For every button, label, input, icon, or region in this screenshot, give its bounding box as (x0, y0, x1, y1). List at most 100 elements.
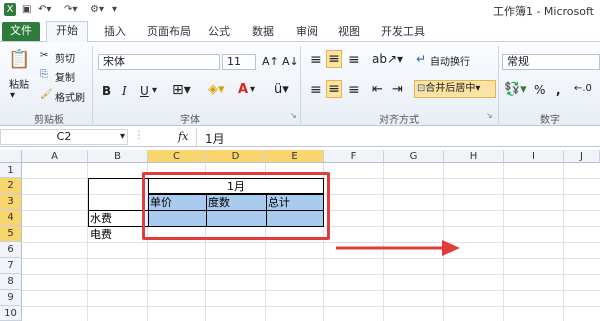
format-painter-icon[interactable]: 🖌 (40, 89, 53, 100)
clipboard-group-label: 剪贴板 (34, 115, 64, 126)
accounting-format-icon[interactable]: 💱▾ (504, 82, 527, 97)
font-size-select[interactable]: 11 (222, 54, 256, 70)
tab-home[interactable]: 开始 (46, 21, 88, 43)
alignment-group-label: 对齐方式 (379, 115, 419, 126)
gridline (22, 274, 600, 275)
increase-decimal-icon[interactable]: ←.0 (574, 83, 592, 94)
align-left-icon[interactable]: ≡ (310, 82, 322, 98)
row-header[interactable]: 8 (0, 274, 22, 290)
gridline (22, 242, 600, 243)
tab-file[interactable]: 文件 (2, 22, 40, 41)
title-bar: X ▣ ↶▾ ↷▾ ⚙▾ ▾ 工作簿1 - Microsoft (0, 0, 600, 20)
name-box-dropdown-icon[interactable]: ▾ (120, 131, 125, 142)
copy-icon[interactable]: ⎘ (40, 69, 48, 80)
comma-button[interactable]: , (556, 83, 561, 97)
tab-data[interactable]: 数据 (248, 23, 278, 41)
column-header[interactable]: G (384, 150, 444, 163)
column-header[interactable]: D (206, 150, 266, 163)
column-header[interactable]: I (504, 150, 564, 163)
underline-button[interactable]: U (140, 84, 149, 98)
red-arrow-icon (336, 240, 460, 256)
alignment-dialog-launcher-icon[interactable]: ↘ (486, 111, 493, 120)
merge-dropdown-icon: ▾ (475, 83, 481, 94)
orientation-icon[interactable]: ab↗▾ (372, 52, 403, 66)
select-all-corner[interactable] (0, 150, 22, 163)
align-right-icon[interactable]: ≡ (348, 82, 360, 98)
row-header[interactable]: 5 (0, 226, 22, 242)
row-header[interactable]: 4 (0, 210, 22, 226)
tab-view[interactable]: 视图 (334, 23, 364, 41)
font-dialog-launcher-icon[interactable]: ↘ (290, 111, 297, 120)
ribbon: 📋 粘贴 ▾ ✂ 剪切 ⎘ 复制 🖌 格式刷 剪贴板 宋体 11 A↑ A↓ B… (0, 42, 600, 126)
underline-dropdown-icon[interactable]: ▾ (152, 85, 157, 96)
fill-color-icon[interactable]: ◈▾ (208, 82, 225, 97)
formula-input[interactable]: 1月 (205, 130, 225, 147)
quick-access-icon[interactable]: ⚙▾ (90, 3, 104, 16)
spreadsheet-grid[interactable]: A B C D E F G H I J 1 2 3 4 5 6 7 8 9 10… (0, 150, 600, 321)
font-group-label: 字体 (180, 115, 200, 126)
tab-developer[interactable]: 开发工具 (378, 23, 428, 41)
save-icon[interactable]: ▣ (22, 3, 31, 16)
column-header[interactable]: E (266, 150, 324, 163)
percent-button[interactable]: % (534, 83, 545, 97)
increase-indent-icon[interactable]: ⇥ (392, 82, 403, 97)
row-header[interactable]: 7 (0, 258, 22, 274)
italic-button[interactable]: I (122, 84, 127, 98)
row-header[interactable]: 1 (0, 163, 22, 178)
cell-water: 水费 (90, 212, 112, 225)
align-center-icon[interactable]: ≡ (326, 80, 342, 98)
grow-font-icon[interactable]: A↑ (262, 55, 279, 68)
font-color-button[interactable]: A (238, 82, 248, 97)
tab-insert[interactable]: 插入 (100, 23, 130, 41)
formula-input-area[interactable]: 1月 (196, 128, 600, 146)
align-top-icon[interactable]: ≡ (310, 52, 322, 68)
format-painter-button[interactable]: 格式刷 (55, 89, 85, 104)
undo-icon[interactable]: ↶▾ (38, 3, 51, 16)
column-header[interactable]: C (148, 150, 206, 163)
align-bottom-icon[interactable]: ≡ (348, 52, 360, 68)
wrap-text-icon[interactable]: ↵ (416, 52, 426, 66)
number-group-label: 数字 (540, 115, 560, 126)
window-title: 工作簿1 - Microsoft (492, 5, 594, 18)
gridline (22, 306, 600, 307)
copy-button[interactable]: 复制 (55, 69, 75, 84)
cut-icon[interactable]: ✂ (40, 50, 48, 61)
column-header[interactable]: J (564, 150, 600, 163)
shrink-font-icon[interactable]: A↓ (282, 55, 299, 68)
wrap-text-button[interactable]: 自动换行 (430, 53, 470, 68)
font-color-dropdown-icon[interactable]: ▾ (250, 84, 255, 95)
formula-bar-splitter-icon[interactable]: ⋮ (134, 130, 144, 141)
paste-icon[interactable]: 📋 (8, 48, 30, 72)
group-divider (498, 46, 499, 124)
gridline (22, 290, 600, 291)
borders-icon[interactable]: ⊞▾ (172, 82, 191, 98)
row-header[interactable]: 2 (0, 178, 22, 194)
row-header[interactable]: 9 (0, 290, 22, 306)
column-header[interactable]: B (88, 150, 148, 163)
tab-page-layout[interactable]: 页面布局 (144, 23, 194, 41)
row-header[interactable]: 10 (0, 306, 22, 321)
column-header[interactable]: A (22, 150, 88, 163)
paste-dropdown-icon[interactable]: ▾ (10, 90, 15, 101)
gridline (22, 258, 600, 259)
customize-toolbar-icon[interactable]: ▾ (112, 3, 117, 16)
redo-icon[interactable]: ↷▾ (64, 3, 77, 16)
row-header[interactable]: 6 (0, 242, 22, 258)
name-box[interactable]: C2 (0, 129, 128, 145)
merge-center-button[interactable]: ⊡合并后居中▾ (414, 80, 496, 98)
merge-center-label: 合并后居中 (425, 83, 476, 94)
number-format-select[interactable]: 常规 (502, 54, 600, 70)
insert-function-button[interactable]: fx (178, 130, 188, 143)
bold-button[interactable]: B (102, 84, 111, 98)
font-name-select[interactable]: 宋体 (98, 54, 220, 70)
column-header[interactable]: F (324, 150, 384, 163)
align-middle-icon[interactable]: ≡ (326, 50, 342, 68)
decrease-indent-icon[interactable]: ⇤ (372, 82, 383, 97)
paste-button[interactable]: 粘贴 (9, 76, 29, 91)
column-header[interactable]: H (444, 150, 504, 163)
row-header[interactable]: 3 (0, 194, 22, 210)
tab-review[interactable]: 审阅 (292, 23, 322, 41)
tab-formulas[interactable]: 公式 (204, 23, 234, 41)
cut-button[interactable]: 剪切 (55, 50, 75, 65)
phonetic-icon[interactable]: ü▾ (274, 82, 289, 97)
